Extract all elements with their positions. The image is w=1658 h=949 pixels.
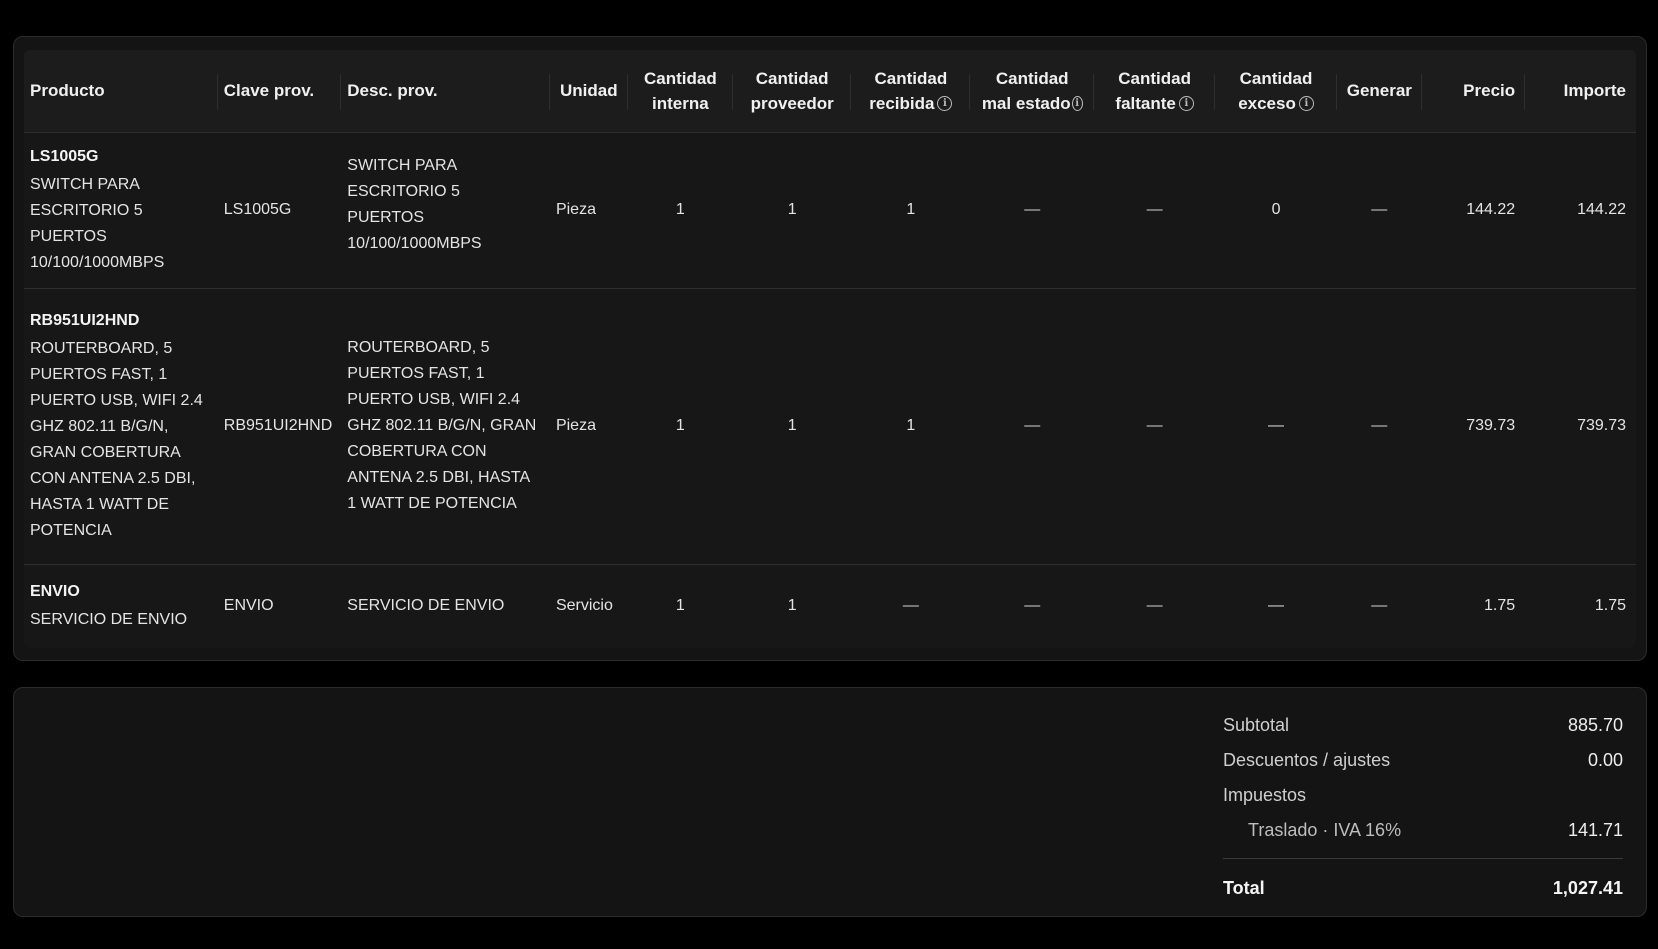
product-cell: ENVIO SERVICIO DE ENVIO bbox=[24, 564, 218, 648]
product-code: ENVIO bbox=[30, 583, 80, 600]
col-header-producto[interactable]: Producto bbox=[24, 50, 218, 133]
precio-cell: 1.75 bbox=[1421, 564, 1526, 648]
totals-panel: Subtotal 885.70 Descuentos / ajustes 0.0… bbox=[13, 687, 1647, 917]
info-icon[interactable]: i bbox=[937, 95, 953, 111]
cantidad-interna-cell: 1 bbox=[627, 564, 734, 648]
col-header-cantidad-recibida[interactable]: Cantidad recibida i bbox=[851, 50, 971, 133]
cantidad-mal-estado-cell: — bbox=[970, 564, 1094, 648]
desc-prov-cell: SWITCH PARA ESCRITORIO 5 PUERTOS 10/100/… bbox=[341, 132, 550, 289]
cantidad-faltante-cell: — bbox=[1093, 132, 1216, 289]
line-items-table-container: Producto Clave prov. Desc. prov. Unidad … bbox=[24, 50, 1636, 648]
unidad-cell: Pieza bbox=[549, 288, 628, 565]
unidad-cell: Servicio bbox=[549, 564, 628, 648]
col-header-cantidad-interna[interactable]: Cantidad interna bbox=[627, 50, 734, 133]
descuentos-label: Descuentos / ajustes bbox=[1223, 750, 1391, 770]
importe-cell: 144.22 bbox=[1525, 132, 1636, 289]
subtotal-label: Subtotal bbox=[1223, 715, 1290, 735]
totals-divider bbox=[1223, 858, 1623, 859]
desc-prov-cell: ROUTERBOARD, 5 PUERTOS FAST, 1 PUERTO US… bbox=[341, 288, 550, 565]
total-row: Total 1,027.41 bbox=[1223, 871, 1623, 906]
cantidad-faltante-cell: — bbox=[1093, 564, 1216, 648]
cantidad-interna-cell: 1 bbox=[627, 288, 734, 565]
cantidad-recibida-cell: — bbox=[851, 564, 971, 648]
info-icon[interactable]: i bbox=[1071, 95, 1083, 111]
generar-cell[interactable]: — bbox=[1336, 132, 1422, 289]
col-header-desc-prov[interactable]: Desc. prov. bbox=[341, 50, 550, 133]
col-header-cantidad-faltante[interactable]: Cantidad faltante i bbox=[1093, 50, 1216, 133]
line-items-panel: Producto Clave prov. Desc. prov. Unidad … bbox=[13, 36, 1647, 661]
importe-cell: 1.75 bbox=[1525, 564, 1636, 648]
cantidad-exceso-cell: — bbox=[1215, 564, 1337, 648]
col-header-generar[interactable]: Generar bbox=[1336, 50, 1423, 133]
precio-cell: 739.73 bbox=[1421, 288, 1526, 565]
precio-cell: 144.22 bbox=[1421, 132, 1526, 289]
line-items-table: Producto Clave prov. Desc. prov. Unidad … bbox=[24, 50, 1636, 648]
col-header-importe[interactable]: Importe bbox=[1525, 50, 1636, 133]
product-code: RB951UI2HND bbox=[30, 312, 140, 329]
product-description: SWITCH PARA ESCRITORIO 5 PUERTOS 10/100/… bbox=[30, 176, 165, 271]
col-header-cantidad-exceso[interactable]: Cantidad exceso i bbox=[1215, 50, 1338, 133]
importe-cell: 739.73 bbox=[1525, 288, 1636, 565]
traslado-iva-row: Traslado · IVA 16% 141.71 bbox=[1223, 813, 1623, 848]
cantidad-mal-estado-cell: — bbox=[970, 132, 1094, 289]
col-header-unidad[interactable]: Unidad bbox=[549, 50, 628, 133]
total-value: 1,027.41 bbox=[1552, 878, 1623, 898]
col-header-cantidad-proveedor[interactable]: Cantidad proveedor bbox=[733, 50, 852, 133]
clave-prov-cell: LS1005G bbox=[217, 132, 342, 289]
product-description: SERVICIO DE ENVIO bbox=[30, 611, 188, 628]
totals-summary: Subtotal 885.70 Descuentos / ajustes 0.0… bbox=[1223, 708, 1623, 906]
subtotal-row: Subtotal 885.70 bbox=[1223, 708, 1623, 743]
product-cell: RB951UI2HND ROUTERBOARD, 5 PUERTOS FAST,… bbox=[24, 288, 218, 565]
table-row[interactable]: LS1005G SWITCH PARA ESCRITORIO 5 PUERTOS… bbox=[24, 132, 1636, 289]
cantidad-faltante-cell: — bbox=[1093, 288, 1216, 565]
col-header-precio[interactable]: Precio bbox=[1421, 50, 1526, 133]
cantidad-recibida-cell: 1 bbox=[851, 288, 971, 565]
cantidad-exceso-cell: 0 bbox=[1215, 132, 1337, 289]
cantidad-proveedor-cell: 1 bbox=[733, 132, 852, 289]
unidad-cell: Pieza bbox=[549, 132, 628, 289]
cantidad-exceso-cell: — bbox=[1215, 288, 1337, 565]
clave-prov-cell: ENVIO bbox=[217, 564, 342, 648]
desc-prov-cell: SERVICIO DE ENVIO bbox=[341, 564, 550, 648]
product-description: ROUTERBOARD, 5 PUERTOS FAST, 1 PUERTO US… bbox=[30, 340, 203, 539]
generar-cell[interactable]: — bbox=[1336, 288, 1422, 565]
col-header-cantidad-mal-estado[interactable]: Cantidad mal estado i bbox=[970, 50, 1094, 133]
table-header-row: Producto Clave prov. Desc. prov. Unidad … bbox=[24, 50, 1636, 133]
traslado-iva-label: Traslado · IVA 16% bbox=[1248, 820, 1402, 840]
subtotal-value: 885.70 bbox=[1567, 715, 1623, 735]
info-icon[interactable]: i bbox=[1178, 95, 1194, 111]
generar-cell[interactable]: — bbox=[1336, 564, 1422, 648]
product-cell: LS1005G SWITCH PARA ESCRITORIO 5 PUERTOS… bbox=[24, 132, 218, 289]
cantidad-interna-cell: 1 bbox=[627, 132, 734, 289]
traslado-iva-value: 141.71 bbox=[1567, 820, 1623, 840]
descuentos-value: 0.00 bbox=[1587, 750, 1623, 770]
table-row[interactable]: ENVIO SERVICIO DE ENVIO ENVIO SERVICIO D… bbox=[24, 564, 1636, 648]
cantidad-mal-estado-cell: — bbox=[970, 288, 1094, 565]
table-row[interactable]: RB951UI2HND ROUTERBOARD, 5 PUERTOS FAST,… bbox=[24, 288, 1636, 565]
cantidad-proveedor-cell: 1 bbox=[733, 288, 852, 565]
descuentos-row: Descuentos / ajustes 0.00 bbox=[1223, 743, 1623, 778]
cantidad-proveedor-cell: 1 bbox=[733, 564, 852, 648]
impuestos-row: Impuestos bbox=[1223, 778, 1623, 813]
impuestos-label: Impuestos bbox=[1223, 785, 1307, 805]
total-label: Total bbox=[1223, 878, 1265, 898]
clave-prov-cell: RB951UI2HND bbox=[217, 288, 342, 565]
product-code: LS1005G bbox=[30, 148, 99, 165]
cantidad-recibida-cell: 1 bbox=[851, 132, 971, 289]
col-header-clave-prov[interactable]: Clave prov. bbox=[217, 50, 342, 133]
info-icon[interactable]: i bbox=[1298, 95, 1314, 111]
